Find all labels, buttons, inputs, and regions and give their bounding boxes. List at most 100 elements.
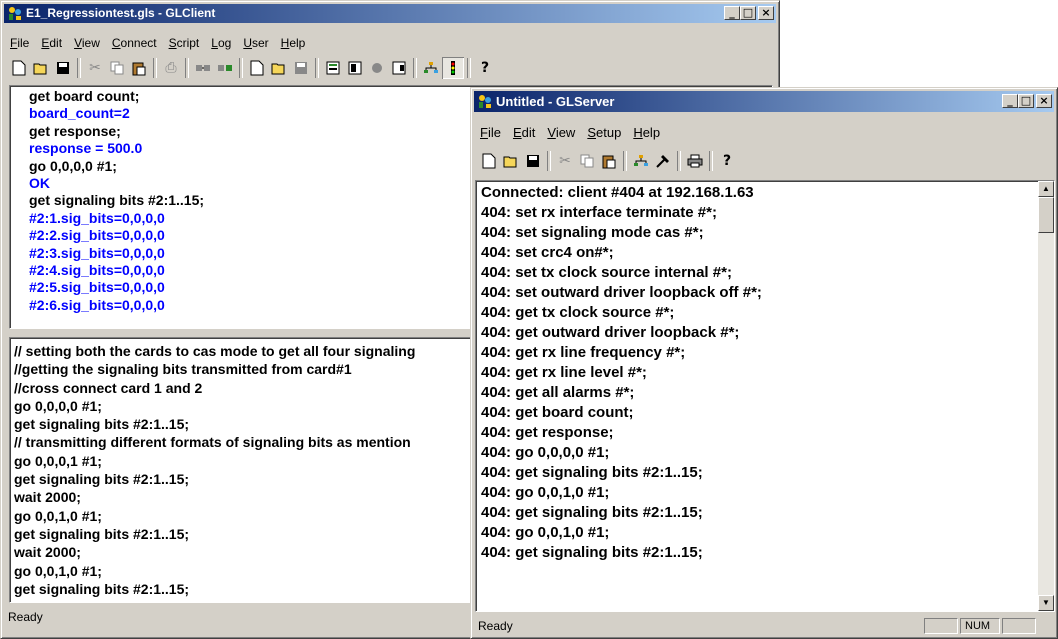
glclient-titlebar[interactable]: E1_Regressiontest.gls - GLClient _ □ × [4,4,776,23]
cut-icon[interactable]: ✂ [84,57,106,79]
log-line: 404: set rx interface terminate #*; [481,204,717,221]
network-icon[interactable] [420,57,442,79]
new-script-icon[interactable] [246,57,268,79]
log-line: Connected: client #404 at 192.168.1.63 [481,184,754,201]
toolbar-separator [77,58,81,78]
glserver-titlebar[interactable]: Untitled - GLServer _ □ × [474,91,1054,112]
menu-help[interactable]: Help [627,125,666,140]
maximize-button[interactable]: □ [1018,94,1034,108]
log-line: 404: get board count; [481,404,634,421]
paste-icon[interactable] [128,57,150,79]
vertical-scrollbar[interactable]: ▲ ▼ [1038,181,1054,611]
close-button[interactable]: × [758,6,774,20]
toolbar-separator [677,151,681,171]
log-line: 404: get response; [481,424,614,441]
log-line: 404: get rx line frequency #*; [481,344,686,361]
step-icon[interactable] [344,57,366,79]
save-icon[interactable] [52,57,74,79]
log-line: 404: go 0,0,1,0 #1; [481,484,610,501]
toolbar-separator [315,58,319,78]
network-icon[interactable] [630,150,652,172]
log-line: 404: get all alarms #*; [481,384,635,401]
menu-setup[interactable]: Setup [581,125,627,140]
maximize-button[interactable]: □ [740,6,756,20]
menu-log[interactable]: Log [205,36,237,50]
copy-icon[interactable] [106,57,128,79]
save-script-icon[interactable] [290,57,312,79]
log-line: 404: set outward driver loopback off #*; [481,284,762,301]
scroll-down-arrow-icon[interactable]: ▼ [1038,595,1054,611]
paste-icon[interactable] [598,150,620,172]
new-icon[interactable] [8,57,30,79]
log-area: Connected: client #404 at 192.168.1.63 4… [476,181,1054,611]
toolbar-separator [623,151,627,171]
signal-icon[interactable] [442,57,464,79]
glclient-caption-buttons: _ □ × [724,6,774,21]
record-icon[interactable] [366,57,388,79]
open-script-icon[interactable] [268,57,290,79]
status-cap-indicator [924,618,958,634]
run-icon[interactable] [322,57,344,79]
help-icon[interactable]: ? [716,150,738,172]
log-line: 404: get signaling bits #2:1..15; [481,544,703,561]
log-line: 404: get tx clock source #*; [481,304,675,321]
toolbar-separator [547,151,551,171]
stop-icon[interactable] [388,57,410,79]
toolbar-separator [413,58,417,78]
log-line: 404: get outward driver loopback #*; [481,324,740,341]
glserver-title: Untitled - GLServer [496,94,615,109]
menu-edit[interactable]: Edit [35,36,68,50]
open-icon[interactable] [30,57,52,79]
app-icon [9,7,21,20]
close-button[interactable]: × [1036,94,1052,108]
menu-file[interactable]: File [474,125,507,140]
menu-view[interactable]: View [541,125,581,140]
cut-icon[interactable]: ✂ [554,150,576,172]
scroll-thumb[interactable] [1038,197,1054,233]
glserver-toolbar: ✂ ? [474,146,1054,176]
glserver-caption-buttons: _ □ × [1002,94,1052,109]
connect-icon[interactable] [192,57,214,79]
menu-script[interactable]: Script [163,36,206,50]
minimize-button[interactable]: _ [724,6,740,20]
glserver-log-pane[interactable]: Connected: client #404 at 192.168.1.63 4… [475,180,1055,612]
print-icon[interactable]: ⎙ [160,57,182,79]
menu-view[interactable]: View [68,36,106,50]
status-text: Ready [478,619,513,633]
print-icon[interactable] [684,150,706,172]
log-line: 404: go 0,0,1,0 #1; [481,524,610,541]
tools-icon[interactable] [652,150,674,172]
menu-user[interactable]: User [237,36,274,50]
app-icon [479,95,491,108]
menu-help[interactable]: Help [275,36,312,50]
glclient-title: E1_Regressiontest.gls - GLClient [26,6,216,20]
copy-icon[interactable] [576,150,598,172]
log-line: 404: set signaling mode cas #*; [481,224,704,241]
toolbar-separator [239,58,243,78]
scroll-up-arrow-icon[interactable]: ▲ [1038,181,1054,197]
save-icon[interactable] [522,150,544,172]
toolbar-separator [709,151,713,171]
status-text: Ready [8,610,43,624]
toolbar-separator [467,58,471,78]
help-icon[interactable]: ? [474,57,496,79]
new-icon[interactable] [478,150,500,172]
minimize-button[interactable]: _ [1002,94,1018,108]
glserver-statusbar: Ready NUM [474,616,1054,636]
glserver-window: Untitled - GLServer _ □ × File Edit View… [470,87,1058,639]
status-num-indicator: NUM [960,618,1000,634]
toolbar-separator [185,58,189,78]
log-line: 404: get signaling bits #2:1..15; [481,504,703,521]
menu-connect[interactable]: Connect [106,36,163,50]
open-icon[interactable] [500,150,522,172]
glclient-menubar: File Edit View Connect Script Log User H… [4,34,776,52]
toolbar-separator [153,58,157,78]
log-line: 404: go 0,0,0,0 #1; [481,444,610,461]
disconnect-icon[interactable] [214,57,236,79]
menu-edit[interactable]: Edit [507,125,541,140]
menu-file[interactable]: File [4,36,35,50]
log-line: 404: get rx line level #*; [481,364,647,381]
log-line: 404: get signaling bits #2:1..15; [481,464,703,481]
log-line: 404: set crc4 on#*; [481,244,614,261]
glclient-toolbar: ✂ ⎙ ? [4,54,776,82]
